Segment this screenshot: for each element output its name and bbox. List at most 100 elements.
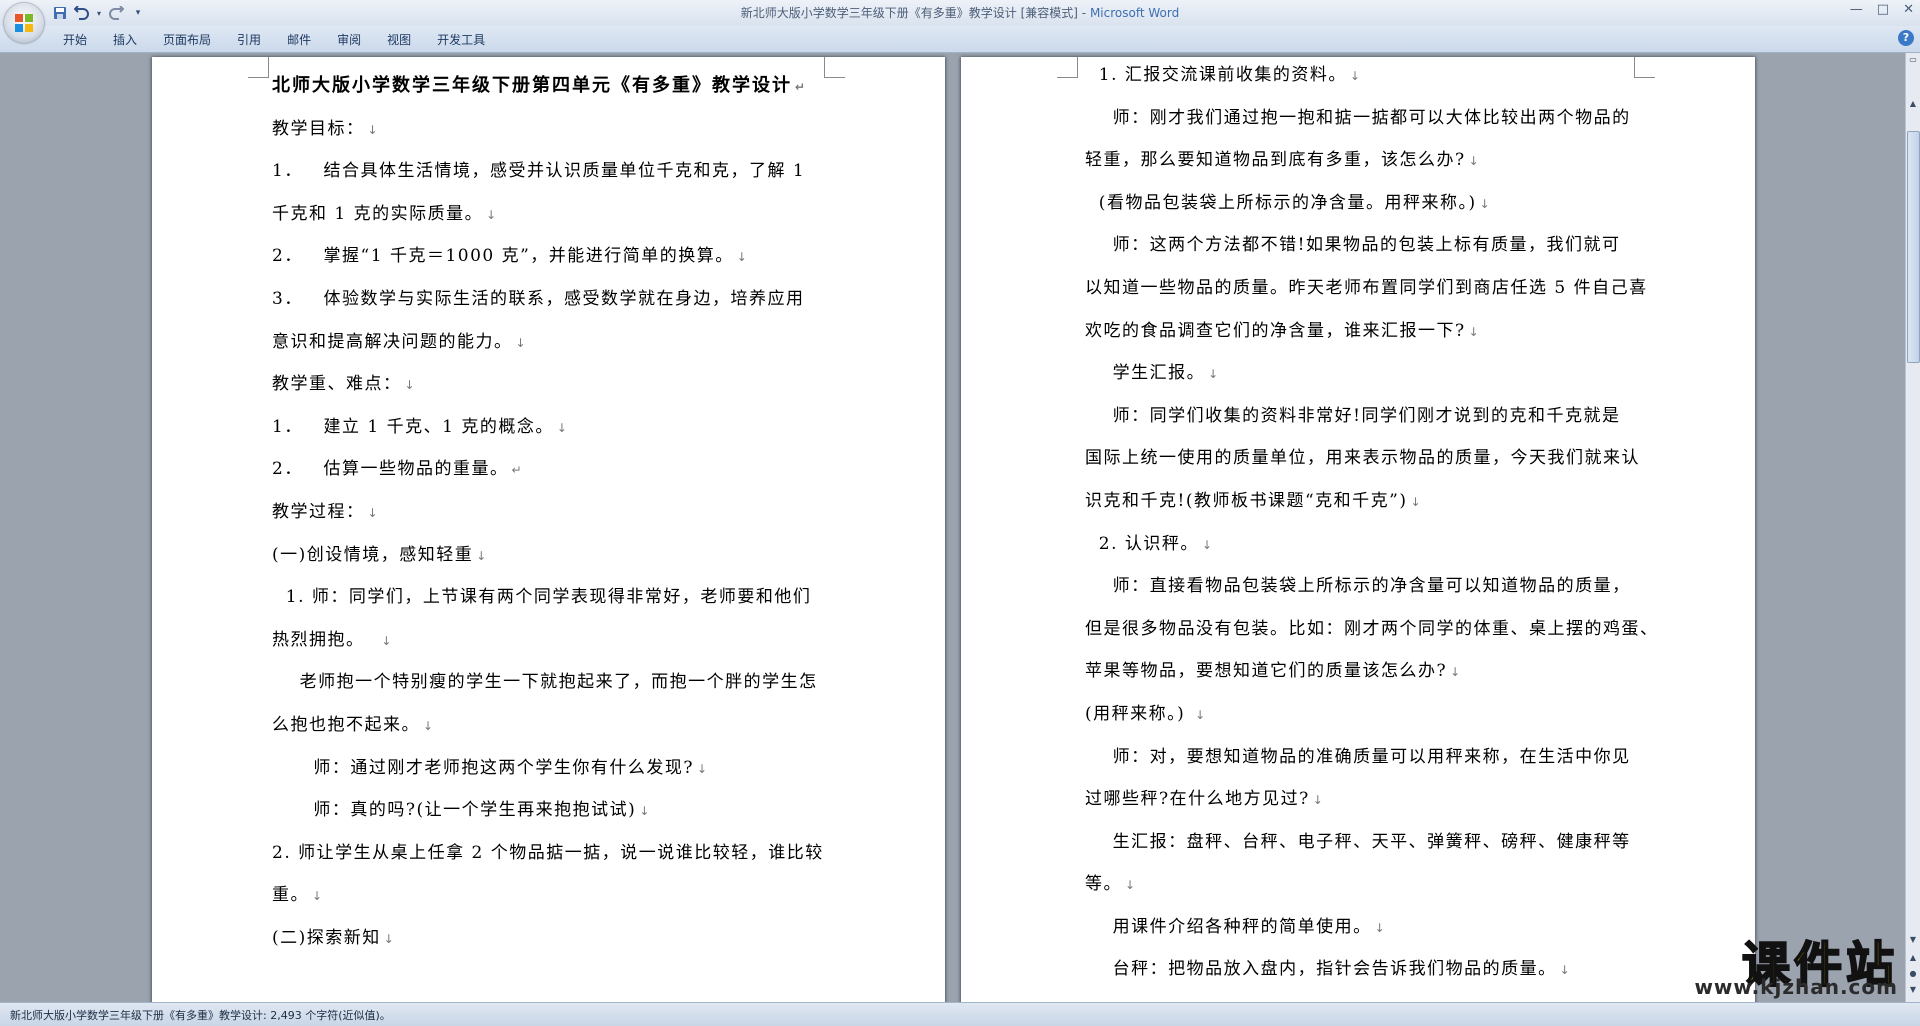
paragraph-line: 苹果等物品，要想知道它们的质量该怎么办? ↓ [1085,651,1645,694]
line-text: (看物品包装袋上所标示的净含量。用秤来称。) [1085,192,1477,213]
paragraph-mark-icon: ↓ [515,335,526,350]
paragraph-line: 师：通过刚才老师抱这两个学生你有什么发现? ↓ [272,748,832,791]
tab-references[interactable]: 引用 [224,29,274,50]
paragraph-line: 师：真的吗?(让一个学生再来抱抱试试) ↓ [272,790,832,833]
browse-object-icon[interactable]: ● [1907,967,1919,981]
paragraph-mark-icon: ↓ [423,718,434,733]
document-page-right[interactable]: 1. 汇报交流课前收集的资料。 ↓ 师：刚才我们通过抱一抱和掂一掂都可以大体比较出… [961,57,1755,1002]
line-text: (用秤来称。) [1085,703,1193,724]
paragraph-line: 国际上统一使用的质量单位，用来表示物品的质量，今天我们就来认 [1085,438,1645,481]
paragraph-line: 过哪些秤?在什么地方见过? ↓ [1085,779,1645,822]
line-text: 师：同学们收集的资料非常好!同学们刚才说到的克和千克就是 [1085,405,1621,426]
tab-home[interactable]: 开始 [50,29,100,50]
paragraph-mark-icon: ↓ [1201,537,1212,552]
paragraph-line: 2． 掌握“1 千克＝1000 克”，并能进行简单的换算。 ↓ [272,236,832,279]
document-workspace: 北师大版小学数学三年级下册第四单元《有多重》教学设计 ↵ 教学目标： ↓ 1． 结合具体… [0,53,1906,1002]
line-text: 教学过程： [272,501,365,522]
line-text: 学生汇报。 [1085,363,1206,384]
document-page-left[interactable]: 北师大版小学数学三年级下册第四单元《有多重》教学设计 ↵ 教学目标： ↓ 1． 结合具体… [152,57,945,1002]
tab-mailings[interactable]: 邮件 [274,29,324,50]
paragraph-line: 1． 结合具体生活情境，感受并认识质量单位千克和克，了解 1 [272,151,832,194]
paragraph-mark-icon: ↓ [1410,494,1421,509]
paragraph-mark-icon: ↓ [1208,367,1219,382]
vertical-scrollbar[interactable]: ▭ ▲ ▼ ▲ ● ▼ [1905,53,1920,1002]
office-logo-icon [15,14,33,32]
paragraph-mark-icon: ↓ [1312,793,1323,808]
paragraph-line: 3． 体验数学与实际生活的联系，感受数学就在身边，培养应用 [272,279,832,322]
paragraph-mark-icon: ↓ [383,931,394,946]
paragraph-line: (一)创设情境，感知轻重 ↓ [272,535,832,578]
paragraph-mark-icon: ↓ [1195,707,1206,722]
office-button[interactable] [4,3,44,43]
line-text: 热烈拥抱。 [272,629,379,650]
paragraph-line: 1． 建立 1 千克、1 克的概念。 ↓ [272,407,832,450]
watermark-url: www.kjzhan.com [1694,975,1898,999]
paragraph-mark-icon: ↵ [795,80,806,94]
line-text: 1． 建立 1 千克、1 克的概念。 [272,416,554,437]
minimize-button[interactable]: — [1850,2,1863,17]
paragraph-line: 1. 师：同学们，上节课有两个同学表现得非常好，老师要和他们 [272,577,832,620]
paragraph-line: 2. 认识秤。 ↓ [1085,524,1645,567]
line-text: 师：直接看物品包装袋上所标示的净含量可以知道物品的质量， [1085,576,1631,597]
scroll-up-arrow-icon[interactable]: ▲ [1907,97,1919,111]
status-bar: 新北师大版小学数学三年级下册《有多重》教学设计: 2,493 个字符(近似值)。 [0,1002,1920,1026]
paragraph-line: 教学重、难点： ↓ [272,364,832,407]
paragraph-mark-icon: ↵ [511,463,522,478]
paragraph-line: 师：直接看物品包装袋上所标示的净含量可以知道物品的质量， [1085,566,1645,609]
line-text: 师：这两个方法都不错!如果物品的包装上标有质量，我们就可 [1085,235,1621,256]
paragraph-mark-icon: ↓ [1468,154,1479,169]
line-text: 国际上统一使用的质量单位，用来表示物品的质量，今天我们就来认 [1085,448,1640,469]
line-text: 过哪些秤?在什么地方见过? [1085,789,1310,810]
line-text: 1. 汇报交流课前收集的资料。 [1085,65,1347,85]
maximize-button[interactable]: □ [1877,2,1889,17]
line-text: 北师大版小学数学三年级下册第四单元《有多重》教学设计 [272,75,792,96]
tab-view[interactable]: 视图 [374,29,424,50]
site-watermark: 课件站 www.kjzhan.com [1672,925,1898,999]
tab-review[interactable]: 审阅 [324,29,374,50]
line-text: 等。 [1085,874,1122,895]
status-text: 新北师大版小学数学三年级下册《有多重》教学设计: 2,493 个字符(近似值)。 [10,1009,391,1022]
ruler-toggle-icon[interactable]: ▭ [1907,53,1919,67]
tab-developer[interactable]: 开发工具 [424,29,498,50]
paragraph-line: 识克和千克!(教师板书课题“克和千克”) ↓ [1085,481,1645,524]
paragraph-mark-icon: ↓ [1374,920,1385,935]
page-body-left: 北师大版小学数学三年级下册第四单元《有多重》教学设计 ↵ 教学目标： ↓ 1． 结合具体… [272,65,832,960]
help-icon[interactable]: ? [1898,30,1914,46]
paragraph-mark-icon: ↓ [1450,665,1461,680]
paragraph-line: 千克和 1 克的实际质量。 ↓ [272,194,832,237]
paragraph-line: 老师抱一个特别瘦的学生一下就抱起来了，而抱一个胖的学生怎 [272,662,832,705]
paragraph-line: 生汇报：盘秤、台秤、电子秤、天平、弹簧秤、磅秤、健康秤等 [1085,822,1645,865]
paragraph-line: 师：同学们收集的资料非常好!同学们刚才说到的克和千克就是 [1085,396,1645,439]
tab-insert[interactable]: 插入 [100,29,150,50]
paragraph-line: 2． 估算一些物品的重量。 ↵ [272,449,832,492]
paragraph-mark-icon: ↓ [697,761,708,776]
paragraph-line: 重。 ↓ [272,875,832,918]
paragraph-line: 意识和提高解决问题的能力。 ↓ [272,322,832,365]
previous-page-icon[interactable]: ▲ [1907,951,1919,965]
next-page-icon[interactable]: ▼ [1907,983,1919,997]
line-text: 欢吃的食品调查它们的净含量，谁来汇报一下? [1085,320,1466,341]
line-text: (一)创设情境，感知轻重 [272,544,474,565]
paragraph-line: 师：这两个方法都不错!如果物品的包装上标有质量，我们就可 [1085,225,1645,268]
paragraph-line: 以知道一些物品的质量。昨天老师布置同学们到商店任选 5 件自己喜 [1085,268,1646,311]
line-text: 3． 体验数学与实际生活的联系，感受数学就在身边，培养应用 [272,288,805,309]
line-text: 2. 认识秤。 [1085,533,1199,554]
line-text: 教学重、难点： [272,374,402,395]
paragraph-mark-icon: ↓ [367,505,378,520]
document-title: 新北师大版小学数学三年级下册《有多重》教学设计 [兼容模式] [740,6,1078,20]
paragraph-mark-icon: ↓ [736,250,747,265]
scrollbar-thumb[interactable] [1907,131,1920,363]
line-text: 1. 师：同学们，上节课有两个同学表现得非常好，老师要和他们 [272,587,812,608]
paragraph-mark-icon: ↓ [1349,69,1360,83]
tab-page-layout[interactable]: 页面布局 [150,29,224,50]
paragraph-line: 欢吃的食品调查它们的净含量，谁来汇报一下? ↓ [1085,311,1645,354]
line-text: 师：通过刚才老师抱这两个学生你有什么发现? [272,757,695,778]
paragraph-mark-icon: ↓ [476,548,487,563]
line-text: 生汇报：盘秤、台秤、电子秤、天平、弹簧秤、磅秤、健康秤等 [1085,831,1631,852]
scroll-down-arrow-icon[interactable]: ▼ [1907,933,1919,947]
paragraph-mark-icon: ↓ [367,122,378,137]
line-text: 用课件介绍各种秤的简单使用。 [1085,916,1372,937]
close-button[interactable]: ✕ [1903,2,1914,17]
line-text: 苹果等物品，要想知道它们的质量该怎么办? [1085,661,1448,682]
document-heading: 北师大版小学数学三年级下册第四单元《有多重》教学设计 ↵ [272,65,832,109]
